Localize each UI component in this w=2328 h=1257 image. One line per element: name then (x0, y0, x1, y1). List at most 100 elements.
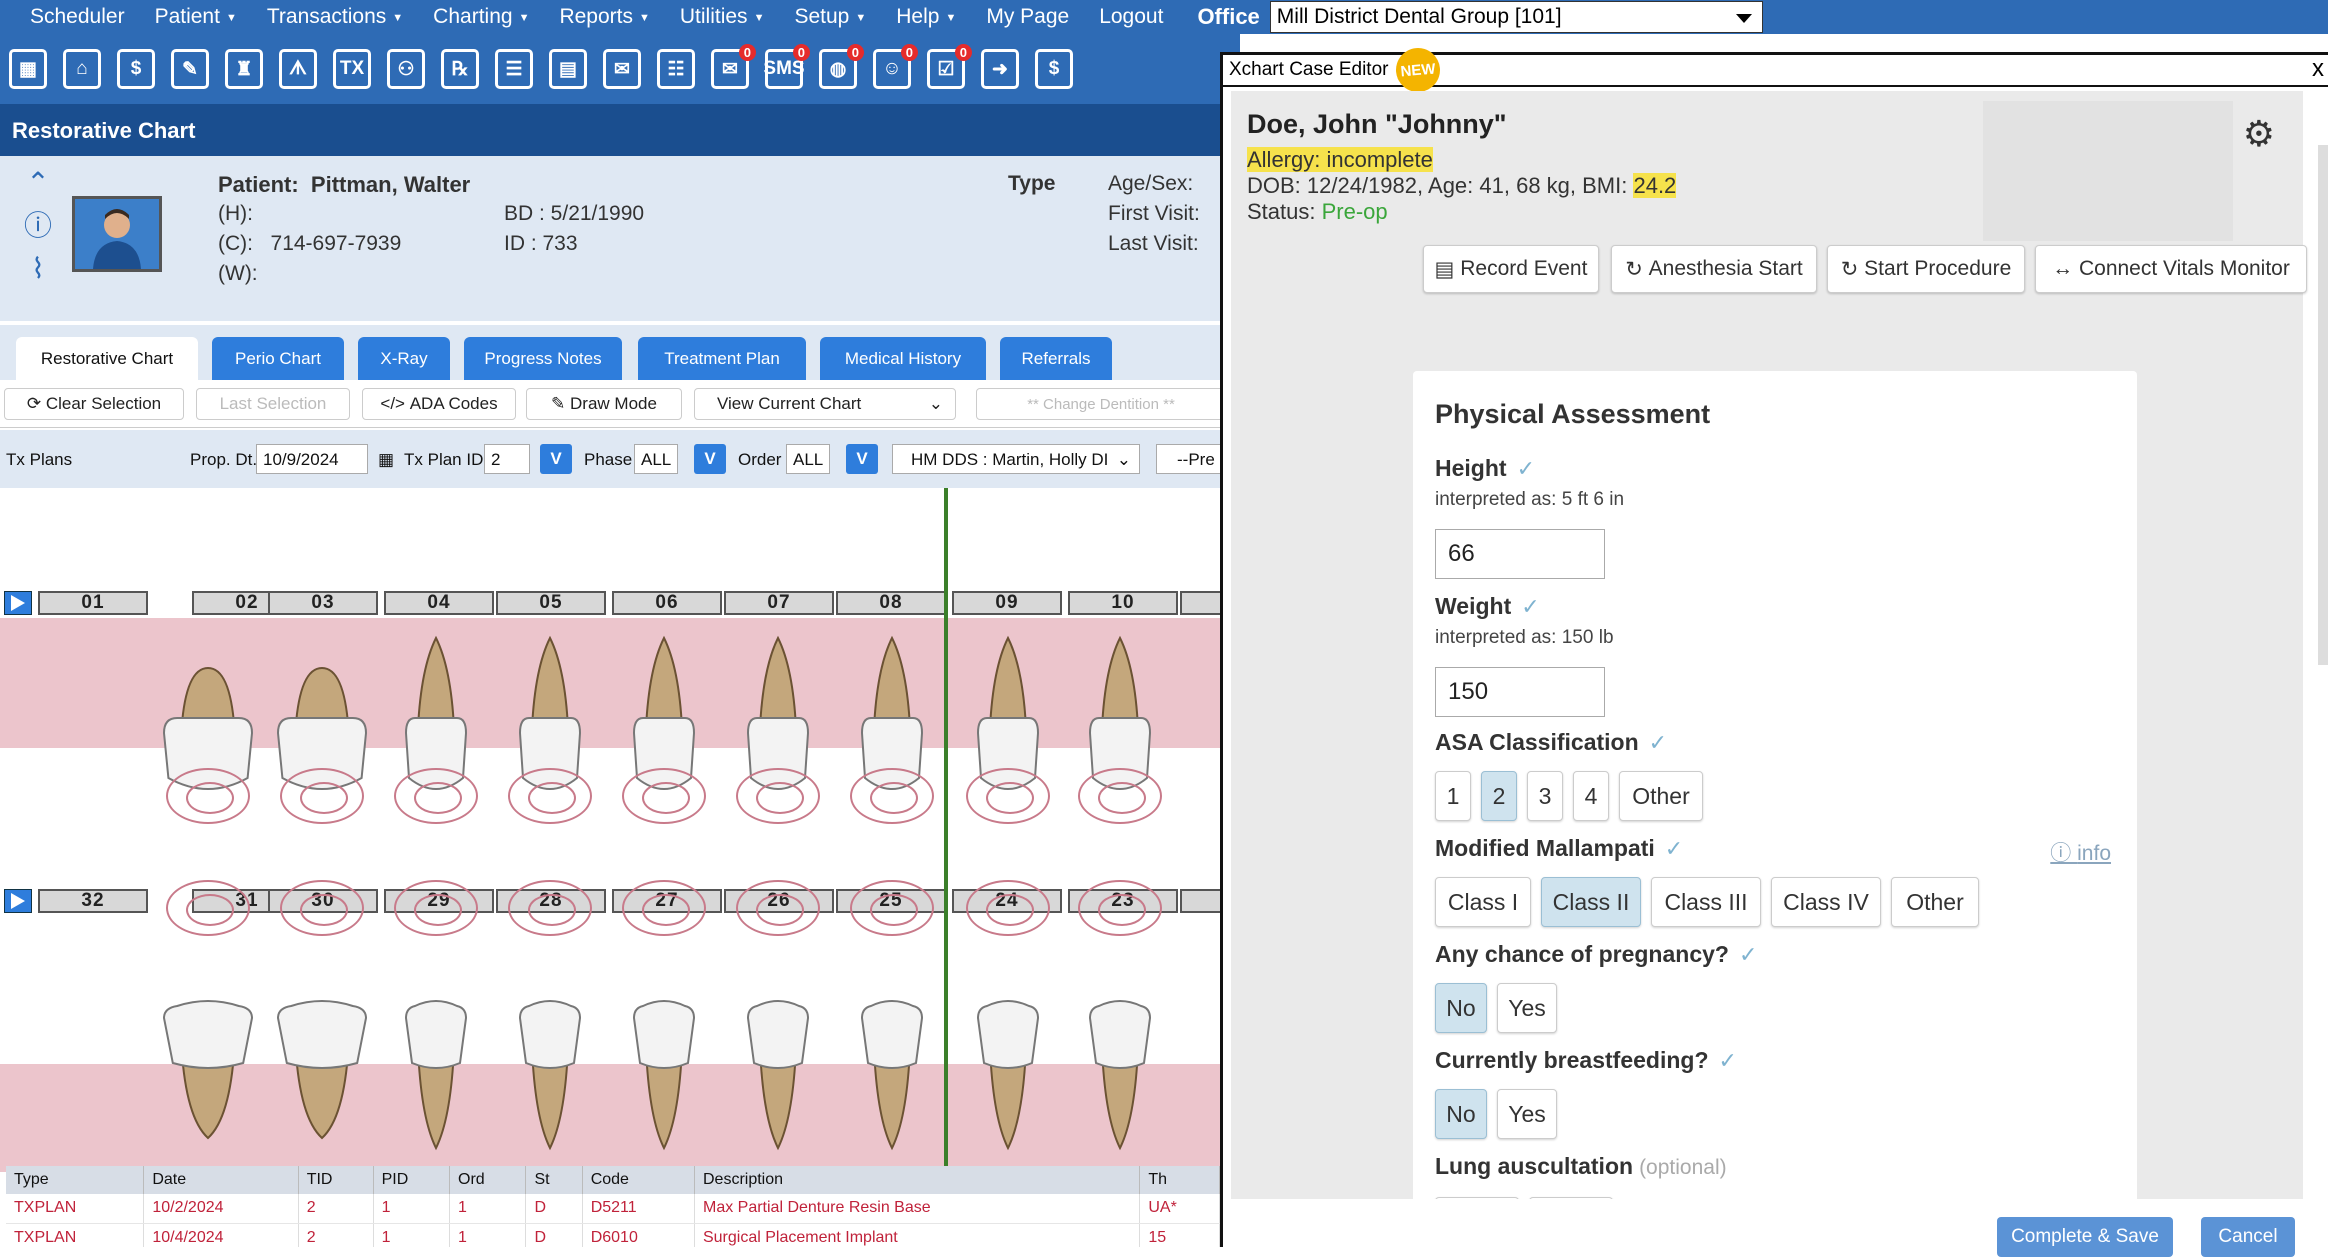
lower-tooth[interactable] (1088, 1000, 1152, 1151)
upper-tooth[interactable] (1088, 635, 1152, 790)
messages-icon[interactable]: ✉ 0 (708, 44, 756, 94)
claims-icon[interactable]: ☑ 0 (924, 44, 972, 94)
lower-occlusal-surface[interactable] (966, 880, 1050, 936)
breastfeeding-yes[interactable]: Yes (1497, 1089, 1557, 1139)
menu-patient[interactable]: Patient ▼ (155, 5, 237, 29)
mallampati-class-1[interactable]: Class I (1435, 877, 1531, 927)
column-header[interactable]: Code (582, 1166, 695, 1194)
info-link[interactable]: ⓘ info (2050, 837, 2111, 867)
upper-tooth[interactable] (860, 635, 924, 790)
lower-tooth[interactable] (976, 1000, 1040, 1151)
implant-icon[interactable]: ᗑ (276, 44, 320, 94)
menu-charting[interactable]: Charting ▼ (433, 5, 529, 29)
upper-occlusal-surface[interactable] (850, 768, 934, 824)
close-icon[interactable]: x (2312, 55, 2324, 83)
upper-tooth[interactable] (976, 635, 1040, 790)
menu-logout[interactable]: Logout (1099, 5, 1163, 29)
lower-occlusal-surface[interactable] (622, 880, 706, 936)
column-header[interactable]: Th (1139, 1166, 1220, 1194)
asa-option-3[interactable]: 3 (1527, 771, 1563, 821)
phase-input[interactable]: ALL (634, 444, 678, 474)
phase-dropdown-button[interactable]: V (694, 444, 726, 474)
prop-date-input[interactable]: 10/9/2024 (256, 444, 368, 474)
menu-utilities[interactable]: Utilities ▼ (680, 5, 765, 29)
sms-icon[interactable]: SMS 0 (762, 44, 810, 94)
anesthesia-start-button[interactable]: ↻ Anesthesia Start (1611, 245, 1817, 293)
mallampati-other[interactable]: Other (1891, 877, 1979, 927)
pregnancy-yes[interactable]: Yes (1497, 983, 1557, 1033)
upper-occlusal-surface[interactable] (280, 768, 364, 824)
scrollbar[interactable] (2318, 145, 2328, 665)
mallampati-class-2[interactable]: Class II (1541, 877, 1641, 927)
upper-tooth[interactable] (632, 635, 696, 790)
lower-occlusal-surface[interactable] (394, 880, 478, 936)
provider-select[interactable]: HM DDS : Martin, Holly DI ⌄ (892, 444, 1140, 474)
lower-tooth[interactable] (404, 1000, 468, 1151)
patient-photo[interactable] (72, 196, 162, 272)
shield-arrow-icon[interactable]: ➜ (978, 44, 1022, 94)
asa-option-other[interactable]: Other (1619, 771, 1703, 821)
form-icon[interactable]: ☷ (654, 44, 698, 94)
pregnancy-no[interactable]: No (1435, 983, 1487, 1033)
upper-occlusal-surface[interactable] (508, 768, 592, 824)
breastfeeding-no[interactable]: No (1435, 1089, 1487, 1139)
notes-icon[interactable]: ✎ (168, 44, 212, 94)
asa-option-4[interactable]: 4 (1573, 771, 1609, 821)
info-icon[interactable]: ⓘ (18, 204, 58, 244)
weight-input[interactable]: 150 (1435, 667, 1605, 717)
complete-save-button[interactable]: Complete & Save (1997, 1217, 2173, 1257)
tab-referrals[interactable]: Referrals (1000, 337, 1112, 381)
upper-tooth[interactable] (746, 635, 810, 790)
clear-selection-button[interactable]: ⟳ Clear Selection (4, 388, 184, 420)
home-icon[interactable]: ⌂ (60, 44, 104, 94)
lower-occlusal-surface[interactable] (736, 880, 820, 936)
mallampati-class-4[interactable]: Class IV (1771, 877, 1881, 927)
column-header[interactable]: TID (298, 1166, 374, 1194)
view-chart-select[interactable]: View Current Chart ⌄ (694, 388, 956, 420)
lower-occlusal-surface[interactable] (508, 880, 592, 936)
calendar-icon[interactable]: ▦ (6, 44, 50, 94)
calendar-icon[interactable]: ▦ (378, 450, 394, 470)
menu-reports[interactable]: Reports ▼ (559, 5, 649, 29)
menu-setup[interactable]: Setup ▼ (794, 5, 866, 29)
menu-help[interactable]: Help ▼ (896, 5, 956, 29)
tab-restorative-chart[interactable]: Restorative Chart (16, 337, 198, 381)
list-icon[interactable]: ☰ (492, 44, 536, 94)
document-icon[interactable]: ▤ (546, 44, 590, 94)
order-input[interactable]: ALL (786, 444, 830, 474)
column-header[interactable]: St (525, 1166, 583, 1194)
tx-plan-id-input[interactable]: 2 (484, 444, 530, 474)
rx-icon[interactable]: ℞ (438, 44, 482, 94)
upper-occlusal-surface[interactable] (736, 768, 820, 824)
column-header[interactable]: Description (694, 1166, 1141, 1194)
table-row[interactable]: TXPLAN 10/2/2024 2 1 1 D D5211 Max Partial Dent… (6, 1194, 1220, 1224)
tab-progress-notes[interactable]: Progress Notes (464, 337, 622, 381)
lower-tooth[interactable] (162, 1000, 254, 1140)
start-procedure-button[interactable]: ↻ Start Procedure (1827, 245, 2025, 293)
mail-icon[interactable]: ✉ (600, 44, 644, 94)
add-patient-icon[interactable]: ⚇ (384, 44, 428, 94)
upper-occlusal-surface[interactable] (966, 768, 1050, 824)
attachment-icon[interactable]: ⌇ (18, 248, 58, 288)
table-row[interactable]: TXPLAN 10/4/2024 2 1 1 D D6010 Surgical Placeme… (6, 1223, 1220, 1247)
asa-option-2[interactable]: 2 (1481, 771, 1517, 821)
gear-icon[interactable]: ⚙ (2243, 113, 2275, 155)
height-input[interactable]: 66 (1435, 529, 1605, 579)
menu-my-page[interactable]: My Page (986, 5, 1069, 29)
lower-tooth[interactable] (860, 1000, 924, 1151)
menu-transactions[interactable]: Transactions ▼ (267, 5, 403, 29)
lower-occlusal-surface[interactable] (280, 880, 364, 936)
office-select[interactable]: Mill District Dental Group [101] (1269, 1, 1763, 33)
draw-mode-button[interactable]: ✎ Draw Mode (526, 388, 682, 420)
lower-occlusal-surface[interactable] (1078, 880, 1162, 936)
payment-icon[interactable]: $ (114, 44, 158, 94)
upper-occlusal-surface[interactable] (622, 768, 706, 824)
upper-occlusal-surface[interactable] (166, 768, 250, 824)
lung-option-partial[interactable] (1529, 1197, 1613, 1199)
change-dentition-button[interactable]: ** Change Dentition ** (976, 388, 1220, 420)
tab-x-ray[interactable]: X-Ray (358, 337, 450, 381)
globe-icon[interactable]: ◍ 0 (816, 44, 864, 94)
cancel-button[interactable]: Cancel (2201, 1217, 2295, 1257)
support-icon[interactable]: ☺ 0 (870, 44, 918, 94)
menu-scheduler[interactable]: Scheduler (30, 5, 125, 29)
